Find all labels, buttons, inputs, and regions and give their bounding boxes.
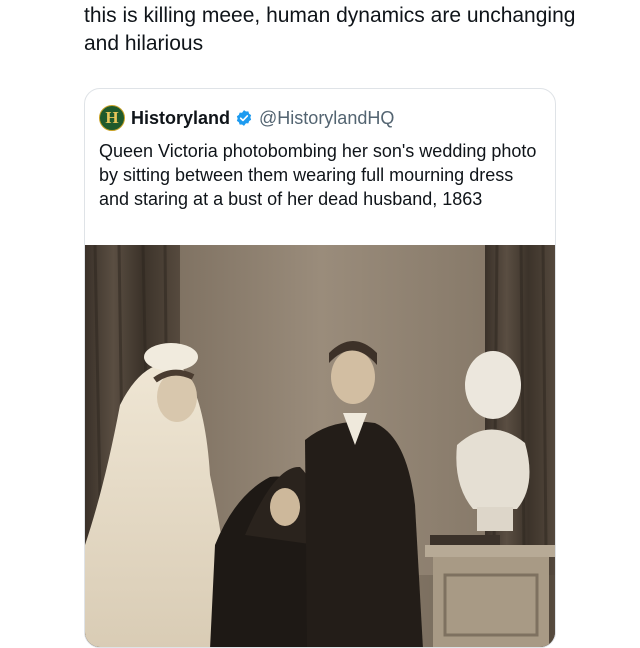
display-name[interactable]: Historyland bbox=[131, 108, 230, 129]
historyland-avatar[interactable]: H bbox=[99, 105, 125, 131]
photo-illustration bbox=[85, 245, 555, 647]
quoted-tweet-text: Queen Victoria photobombing her son's we… bbox=[99, 141, 537, 209]
handle[interactable]: @HistorylandHQ bbox=[259, 108, 394, 129]
quoted-tweet-card[interactable]: H Historyland @HistorylandHQ Queen Victo… bbox=[84, 88, 556, 648]
sepia-wedding-photo[interactable] bbox=[85, 245, 555, 647]
quoted-tweet-header: H Historyland @HistorylandHQ bbox=[99, 103, 394, 133]
post-text: this is killing meee, human dynamics are… bbox=[84, 4, 576, 55]
verified-badge-icon bbox=[236, 110, 252, 126]
